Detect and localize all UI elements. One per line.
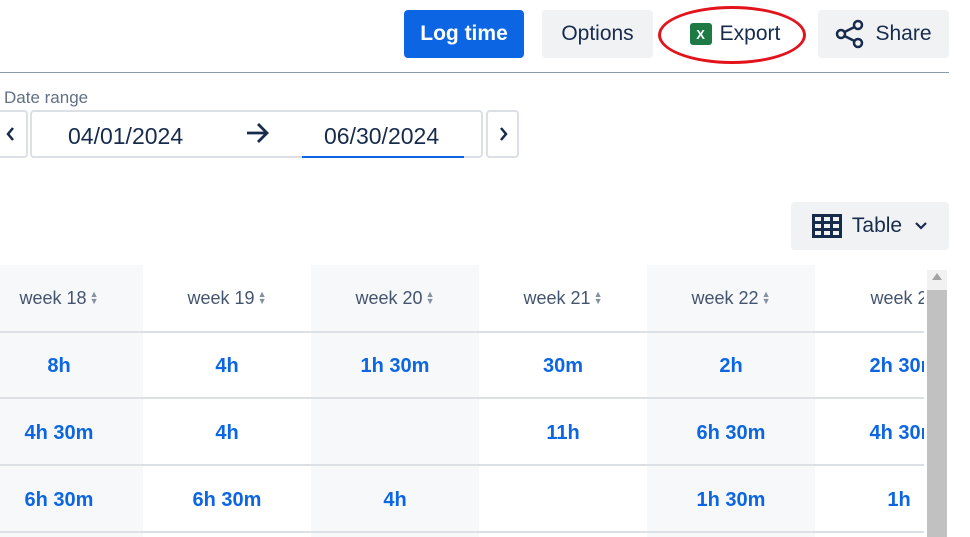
table-cell[interactable]: 6h 30m — [143, 467, 311, 533]
column-header-label: week 20 — [355, 287, 423, 308]
options-button[interactable]: Options — [542, 10, 653, 58]
table-cell[interactable]: 4h 30r — [815, 400, 924, 466]
row-divider — [0, 531, 924, 533]
sort-icon: ▲ ▼ — [257, 289, 267, 306]
table-column: week 2 2h 30r 4h 30r 1h — [815, 265, 924, 537]
options-label: Options — [561, 22, 634, 45]
column-header-week-18[interactable]: week 18 ▲ ▼ — [0, 265, 143, 331]
end-date-input[interactable]: 06/30/2024 — [324, 123, 439, 150]
sort-icon: ▲ ▼ — [89, 289, 99, 306]
table-cell[interactable]: 4h 30m — [0, 400, 143, 466]
view-toggle-label: Table — [851, 214, 903, 237]
table-column: week 22 ▲ ▼ 2h 6h 30m 1h 30m — [647, 265, 815, 537]
table-cell[interactable] — [479, 467, 647, 533]
share-button[interactable]: Share — [818, 10, 949, 58]
next-range-button[interactable] — [486, 110, 519, 158]
table-cell[interactable]: 4h — [311, 467, 479, 533]
column-header-week-23[interactable]: week 2 — [815, 265, 924, 331]
table-cell[interactable]: 8h — [0, 333, 143, 399]
sort-icon: ▲ ▼ — [761, 289, 771, 306]
column-header-week-21[interactable]: week 21 ▲ ▼ — [479, 265, 647, 331]
table-column: week 21 ▲ ▼ 30m 11h — [479, 265, 647, 537]
column-header-label: week 19 — [187, 287, 255, 308]
table-cell[interactable]: 4h — [143, 333, 311, 399]
vertical-scrollbar[interactable] — [927, 270, 947, 537]
log-time-label: Log time — [420, 22, 508, 45]
chevron-left-icon — [6, 127, 14, 141]
table-cell[interactable]: 4h — [143, 400, 311, 466]
export-label: Export — [719, 22, 781, 45]
previous-range-button[interactable] — [0, 110, 28, 158]
table-cell[interactable]: 1h 30m — [647, 467, 815, 533]
column-header-label: week 22 — [691, 287, 759, 308]
table-cell[interactable]: 11h — [479, 400, 647, 466]
table-cell[interactable]: 1h — [815, 467, 924, 533]
sort-icon: ▲ ▼ — [425, 289, 435, 306]
column-header-week-20[interactable]: week 20 ▲ ▼ — [311, 265, 479, 331]
row-divider — [0, 464, 924, 466]
column-header-label: week 21 — [523, 287, 591, 308]
column-header-label: week 18 — [19, 287, 87, 308]
chevron-down-icon — [915, 222, 927, 230]
table-grid-icon — [811, 214, 842, 238]
table-cell[interactable]: 2h — [647, 333, 815, 399]
table-cell[interactable]: 2h 30r — [815, 333, 924, 399]
scroll-up-arrow-icon[interactable] — [932, 273, 942, 280]
table-cell[interactable]: 30m — [479, 333, 647, 399]
sort-icon: ▲ ▼ — [593, 289, 603, 306]
row-divider — [0, 397, 924, 399]
start-date-input[interactable]: 04/01/2024 — [68, 123, 183, 150]
scrollbar-thumb[interactable] — [927, 290, 947, 537]
table-column: week 19 ▲ ▼ 4h 4h 6h 30m — [143, 265, 311, 537]
row-divider — [0, 331, 924, 333]
table-column: week 20 ▲ ▼ 1h 30m 4h — [311, 265, 479, 537]
toolbar-divider — [0, 72, 949, 73]
date-range-label: Date range — [4, 88, 89, 107]
table-cell[interactable]: 6h 30m — [647, 400, 815, 466]
arrow-right-icon — [247, 123, 269, 143]
column-header-week-22[interactable]: week 22 ▲ ▼ — [647, 265, 815, 331]
share-icon — [836, 19, 864, 49]
timesheet-table: week 18 ▲ ▼ 8h 4h 30m 6h 30m week 19 ▲ ▼ 4h … — [0, 265, 924, 537]
export-button[interactable]: X Export — [670, 10, 800, 58]
excel-icon: X — [689, 23, 712, 45]
chevron-right-icon — [499, 127, 508, 141]
end-date-focus-underline — [302, 156, 464, 158]
log-time-button[interactable]: Log time — [404, 10, 524, 58]
column-header-label: week 2 — [870, 287, 924, 308]
table-column: week 18 ▲ ▼ 8h 4h 30m 6h 30m — [0, 265, 143, 537]
column-header-week-19[interactable]: week 19 ▲ ▼ — [143, 265, 311, 331]
share-label: Share — [875, 22, 932, 45]
table-cell[interactable]: 1h 30m — [311, 333, 479, 399]
table-cell[interactable] — [311, 400, 479, 466]
table-cell[interactable]: 6h 30m — [0, 467, 143, 533]
date-range-picker: 04/01/2024 06/30/2024 — [30, 110, 483, 158]
view-toggle-button[interactable]: Table — [791, 202, 949, 250]
